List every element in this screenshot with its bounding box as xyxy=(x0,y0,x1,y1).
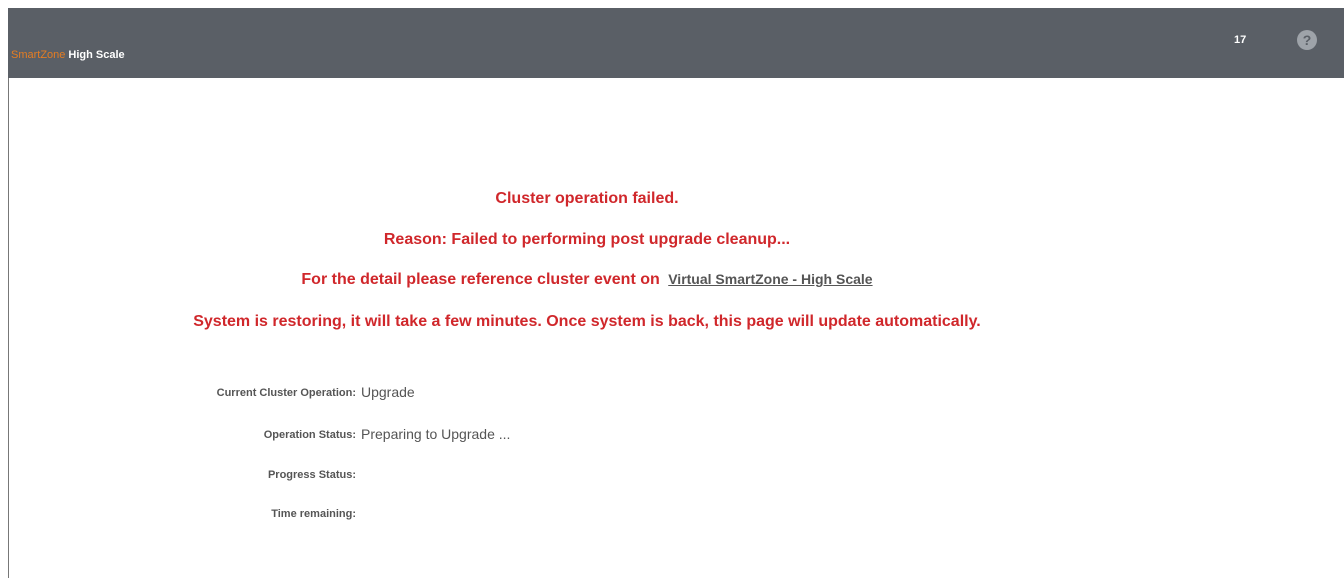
detail-reference-message: For the detail please reference cluster … xyxy=(8,271,1166,289)
header-count: 17 xyxy=(1234,34,1247,46)
top-header-bar: SmartZone High Scale 17 ? xyxy=(8,8,1344,78)
detail-reference-text: For the detail please reference cluster … xyxy=(301,271,660,288)
brand-logo: SmartZone High Scale xyxy=(11,49,125,61)
brand-name: SmartZone xyxy=(11,49,66,61)
cluster-event-link[interactable]: Virtual SmartZone - High Scale xyxy=(668,271,872,287)
current-operation-label: Current Cluster Operation: xyxy=(216,387,356,399)
help-icon[interactable]: ? xyxy=(1297,30,1317,50)
progress-status-label: Progress Status: xyxy=(267,469,356,481)
operation-failed-message: Cluster operation failed. xyxy=(495,190,679,207)
system-restoring-message: System is restoring, it will take a few … xyxy=(193,313,981,330)
operation-status-label: Operation Status: xyxy=(263,429,356,441)
operation-status-value: Preparing to Upgrade ... xyxy=(361,426,511,442)
brand-edition: High Scale xyxy=(68,49,125,61)
time-remaining-label: Time remaining: xyxy=(271,508,356,520)
current-operation-value: Upgrade xyxy=(361,384,415,400)
failure-reason-message: Reason: Failed to performing post upgrad… xyxy=(383,231,791,248)
